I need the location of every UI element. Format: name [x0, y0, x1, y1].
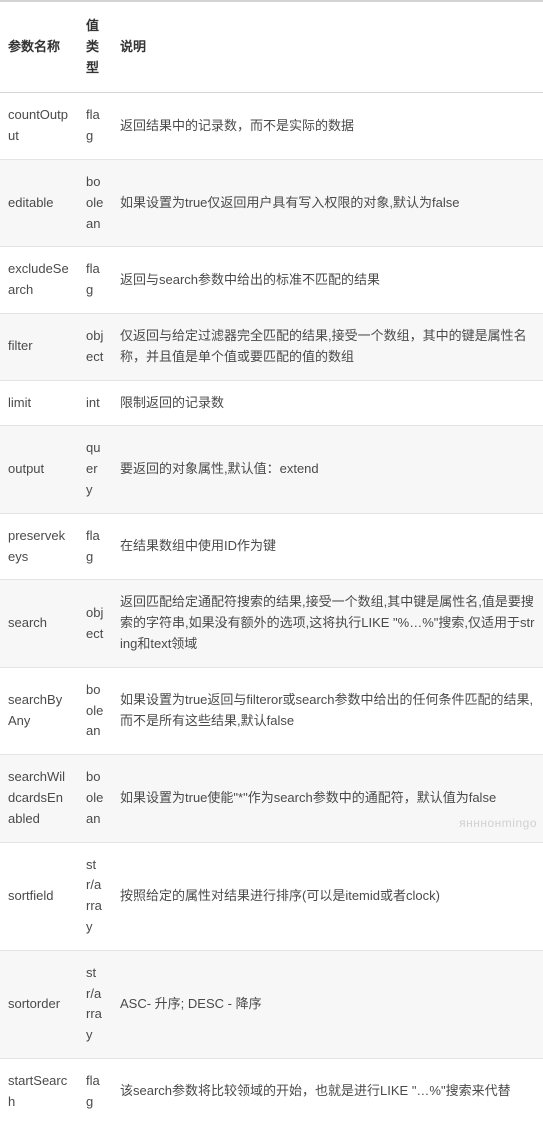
- cell-param-desc: 返回匹配给定通配符搜索的结果,接受一个数组,其中键是属性名,值是要搜索的字符串,…: [112, 580, 543, 667]
- cell-param-name: excludeSearch: [0, 247, 78, 314]
- cell-param-desc: 仅返回与给定过滤器完全匹配的结果,接受一个数组，其中的键是属性名称，并且值是单个…: [112, 313, 543, 380]
- cell-param-name: editable: [0, 159, 78, 246]
- table-header-row: 参数名称 值类型 说明: [0, 1, 543, 93]
- cell-param-desc: ASC- 升序; DESC - 降序: [112, 950, 543, 1058]
- table-row: excludeSearchflag返回与search参数中给出的标准不匹配的结果: [0, 247, 543, 314]
- cell-param-name: preservekeys: [0, 513, 78, 580]
- col-header-type: 值类型: [78, 1, 112, 93]
- cell-param-name: searchByAny: [0, 667, 78, 754]
- cell-param-type: query: [78, 426, 112, 513]
- cell-param-desc: 该search参数将比较领域的开始，也就是进行LIKE "…%"搜索来代替: [112, 1058, 543, 1124]
- cell-param-name: startSearch: [0, 1058, 78, 1124]
- table-row: countOutputflag返回结果中的记录数，而不是实际的数据: [0, 93, 543, 160]
- cell-param-type: flag: [78, 247, 112, 314]
- cell-param-type: object: [78, 580, 112, 667]
- cell-param-type: str/array: [78, 950, 112, 1058]
- table-row: startSearchflag该search参数将比较领域的开始，也就是进行LI…: [0, 1058, 543, 1124]
- cell-param-type: boolean: [78, 755, 112, 842]
- cell-param-name: output: [0, 426, 78, 513]
- cell-param-name: sortorder: [0, 950, 78, 1058]
- table-row: sortorderstr/arrayASC- 升序; DESC - 降序: [0, 950, 543, 1058]
- cell-param-type: flag: [78, 1058, 112, 1124]
- table-row: preservekeysflag在结果数组中使用ID作为键: [0, 513, 543, 580]
- table-row: searchWildcardsEnabledboolean如果设置为true使能…: [0, 755, 543, 842]
- cell-param-desc: 要返回的对象属性,默认值：extend: [112, 426, 543, 513]
- cell-param-name: limit: [0, 380, 78, 426]
- cell-param-desc: 限制返回的记录数: [112, 380, 543, 426]
- cell-param-type: flag: [78, 513, 112, 580]
- table-row: sortfieldstr/array按照给定的属性对结果进行排序(可以是item…: [0, 842, 543, 950]
- cell-param-name: sortfield: [0, 842, 78, 950]
- cell-param-desc: 返回与search参数中给出的标准不匹配的结果: [112, 247, 543, 314]
- cell-param-desc: 按照给定的属性对结果进行排序(可以是itemid或者clock): [112, 842, 543, 950]
- cell-param-desc: 如果设置为true返回与filteror或search参数中给出的任何条件匹配的…: [112, 667, 543, 754]
- cell-param-name: countOutput: [0, 93, 78, 160]
- cell-param-type: int: [78, 380, 112, 426]
- cell-param-name: search: [0, 580, 78, 667]
- cell-param-type: object: [78, 313, 112, 380]
- table-row: limitint限制返回的记录数: [0, 380, 543, 426]
- col-header-desc: 说明: [112, 1, 543, 93]
- cell-param-type: str/array: [78, 842, 112, 950]
- cell-param-type: boolean: [78, 159, 112, 246]
- cell-param-type: flag: [78, 93, 112, 160]
- table-row: searchByAnyboolean如果设置为true返回与filteror或s…: [0, 667, 543, 754]
- table-row: outputquery要返回的对象属性,默认值：extend: [0, 426, 543, 513]
- table-row: filterobject仅返回与给定过滤器完全匹配的结果,接受一个数组，其中的键…: [0, 313, 543, 380]
- cell-param-desc: 如果设置为true仅返回用户具有写入权限的对象,默认为false: [112, 159, 543, 246]
- cell-param-desc: 在结果数组中使用ID作为键: [112, 513, 543, 580]
- cell-param-name: filter: [0, 313, 78, 380]
- cell-param-desc: 返回结果中的记录数，而不是实际的数据: [112, 93, 543, 160]
- cell-param-desc: 如果设置为true使能"*"作为search参数中的通配符，默认值为false: [112, 755, 543, 842]
- table-row: editableboolean如果设置为true仅返回用户具有写入权限的对象,默…: [0, 159, 543, 246]
- cell-param-type: boolean: [78, 667, 112, 754]
- table-row: searchobject返回匹配给定通配符搜索的结果,接受一个数组,其中键是属性…: [0, 580, 543, 667]
- col-header-name: 参数名称: [0, 1, 78, 93]
- cell-param-name: searchWildcardsEnabled: [0, 755, 78, 842]
- params-table: 参数名称 值类型 说明 countOutputflag返回结果中的记录数，而不是…: [0, 0, 543, 1124]
